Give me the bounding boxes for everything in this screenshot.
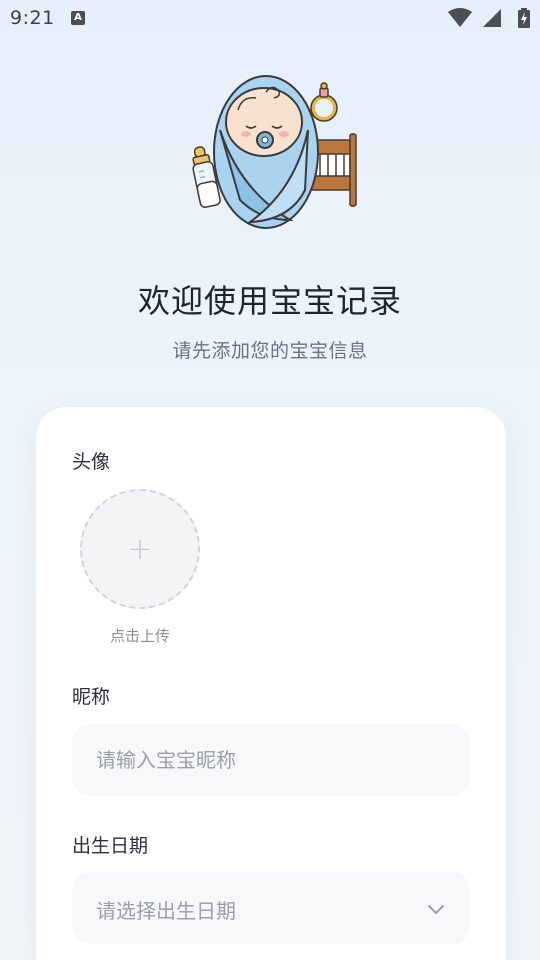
status-bar: 9:21 A (0, 0, 540, 36)
swaddled-baby-icon (213, 75, 319, 229)
baby-info-form-card: 头像 + 点击上传 昵称 出生日期 请选择出生日期 (36, 407, 506, 960)
welcome-subtitle: 请先添加您的宝宝信息 (172, 340, 368, 362)
birth-date-placeholder: 请选择出生日期 (96, 899, 236, 923)
chevron-down-icon (428, 905, 444, 914)
rattle-icon (310, 82, 338, 122)
sleeping-baby-illustration (192, 75, 357, 229)
birth-date-label: 出生日期 (72, 835, 149, 857)
plus-icon: + (127, 531, 153, 567)
welcome-title: 欢迎使用宝宝记录 (137, 282, 402, 320)
nickname-label: 昵称 (72, 686, 111, 708)
wifi-icon (448, 8, 472, 27)
status-time: 9:21 (10, 7, 55, 29)
battery-charging-icon (518, 8, 530, 28)
avatar-label: 头像 (72, 451, 111, 473)
avatar-upload-button[interactable]: + (80, 489, 200, 609)
nickname-input[interactable] (72, 724, 470, 796)
signal-icon (483, 9, 501, 27)
notification-badge-icon: A (71, 11, 85, 25)
avatar-upload-hint: 点击上传 (109, 627, 170, 645)
birth-date-select[interactable]: 请选择出生日期 (72, 872, 470, 944)
